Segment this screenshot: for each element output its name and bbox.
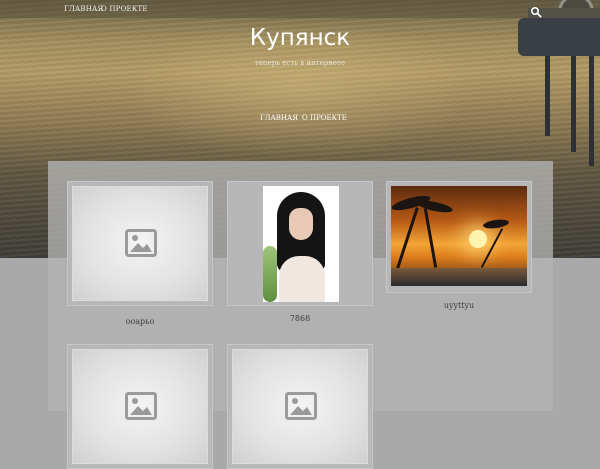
palm-fronds [482,218,510,230]
palm-trunk [423,208,438,268]
pier-post [571,56,576,152]
posts-panel: ооарьо 7868 uyyttyu [48,161,553,469]
sun-shape [469,230,487,248]
site-tagline: теперь есть в интернете [254,59,346,67]
leaf-shape [263,246,277,302]
post-thumbnail-sunset[interactable] [391,186,527,286]
post-card[interactable] [67,344,213,469]
main-nav-about[interactable]: О ПРОЕКТЕ [302,114,347,122]
post-thumbnail[interactable] [232,349,368,464]
search-icon[interactable] [530,3,542,18]
post-thumbnail[interactable] [72,349,208,464]
palm-trunk [394,207,419,275]
post-card[interactable] [67,181,213,306]
main-nav-home[interactable]: ГЛАВНАЯ [260,114,298,122]
shore-shape [391,268,527,286]
post-title[interactable]: ооарьо [67,317,213,326]
post-thumbnail-portrait[interactable] [263,186,339,302]
pier-post [545,56,550,136]
post-thumbnail[interactable] [72,186,208,301]
top-nav-about[interactable]: О ПРОЕКТЕ [101,5,148,13]
shoulders-shape [279,256,325,302]
post-title[interactable]: uyyttyu [386,301,532,310]
placeholder-image-icon [125,392,157,420]
pier-post [589,56,594,166]
post-card[interactable] [227,181,373,306]
placeholder-image-icon [285,392,317,420]
top-bar: ГЛАВНАЯ О ПРОЕКТЕ [0,0,600,18]
post-card[interactable] [386,181,532,293]
palm-fronds [416,198,454,215]
placeholder-image-icon [125,229,157,257]
post-title[interactable]: 7868 [227,314,373,323]
face-shape [289,208,313,240]
site-title[interactable]: Купянск [0,25,600,51]
post-card[interactable] [227,344,373,469]
top-nav-home[interactable]: ГЛАВНАЯ [64,5,103,13]
